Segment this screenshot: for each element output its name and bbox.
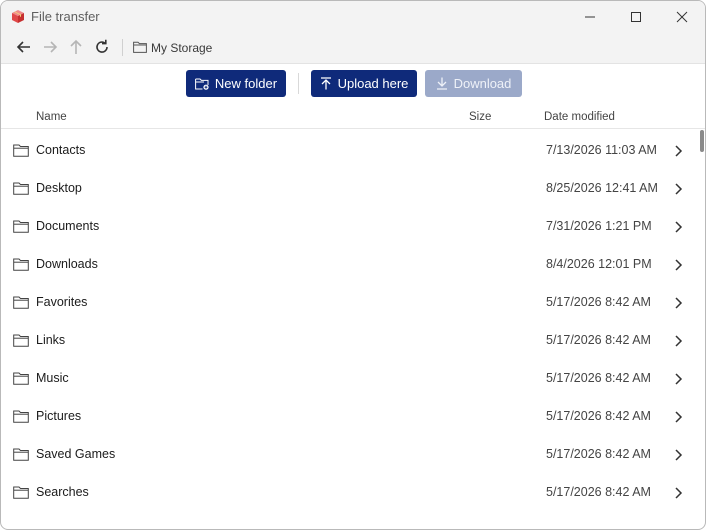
file-name: Downloads	[36, 257, 98, 271]
list-item[interactable]: Documents 7/31/2026 1:21 PM	[1, 208, 698, 246]
file-name: Pictures	[36, 409, 82, 423]
up-button[interactable]	[67, 38, 85, 56]
folder-icon	[13, 220, 29, 233]
file-transfer-window: File transfer My Storage New folder Uplo…	[0, 0, 706, 530]
upload-icon	[320, 77, 331, 90]
up-arrow-icon	[70, 39, 82, 54]
chevron-right-icon[interactable]	[673, 258, 683, 272]
upload-button[interactable]: Upload here	[311, 70, 417, 97]
chevron-right-icon[interactable]	[673, 410, 683, 424]
folder-icon	[13, 296, 29, 309]
refresh-icon	[96, 39, 108, 53]
chevron-right-icon[interactable]	[673, 334, 683, 348]
download-button[interactable]: Download	[425, 70, 522, 97]
refresh-button[interactable]	[93, 38, 111, 56]
download-icon	[436, 77, 447, 90]
new-folder-button[interactable]: New folder	[186, 70, 286, 97]
minimize-button[interactable]	[567, 1, 613, 32]
chevron-right-icon[interactable]	[673, 372, 683, 386]
maximize-button[interactable]	[613, 1, 659, 32]
navigation-bar: My Storage	[1, 32, 705, 63]
nav-divider	[122, 39, 123, 56]
chevron-right-icon[interactable]	[673, 296, 683, 310]
list-item[interactable]: Searches 5/17/2026 8:42 AM	[1, 474, 698, 512]
chevron-right-icon[interactable]	[673, 220, 683, 234]
list-item[interactable]: Desktop 8/25/2026 12:41 AM	[1, 170, 698, 208]
file-name: Music	[36, 371, 69, 385]
folder-icon	[13, 144, 29, 157]
file-name: Saved Games	[36, 447, 116, 461]
file-date: 5/17/2026 8:42 AM	[546, 485, 651, 499]
file-date: 8/4/2026 12:01 PM	[546, 257, 652, 271]
folder-icon	[13, 486, 29, 499]
folder-icon	[133, 41, 147, 53]
folder-icon	[13, 448, 29, 461]
list-item[interactable]: Pictures 5/17/2026 8:42 AM	[1, 398, 698, 436]
close-icon	[676, 11, 688, 22]
folder-icon	[13, 258, 29, 271]
column-header-size[interactable]: Size	[469, 111, 491, 123]
title-bar[interactable]: File transfer	[1, 1, 705, 32]
chevron-right-icon[interactable]	[673, 448, 683, 462]
folder-icon	[13, 182, 29, 195]
forward-arrow-icon	[44, 41, 58, 53]
toolbar-divider	[298, 73, 299, 94]
upload-label: Upload here	[337, 76, 409, 91]
file-name: Searches	[36, 485, 89, 499]
file-name: Favorites	[36, 295, 88, 309]
chevron-right-icon[interactable]	[673, 486, 683, 500]
file-list: Contacts 7/13/2026 11:03 AM Desktop 8/25…	[1, 128, 705, 529]
file-date: 5/17/2026 8:42 AM	[546, 447, 651, 461]
list-item[interactable]: Music 5/17/2026 8:42 AM	[1, 360, 698, 398]
file-date: 5/17/2026 8:42 AM	[546, 333, 651, 347]
list-item[interactable]: Contacts 7/13/2026 11:03 AM	[1, 132, 698, 170]
chevron-right-icon[interactable]	[673, 144, 683, 158]
breadcrumb[interactable]: My Storage	[151, 41, 212, 55]
file-date: 7/31/2026 1:21 PM	[546, 219, 652, 233]
file-date: 7/13/2026 11:03 AM	[546, 143, 657, 157]
back-arrow-icon	[16, 41, 30, 53]
new-folder-label: New folder	[214, 76, 278, 91]
column-header-name[interactable]: Name	[36, 111, 67, 123]
back-button[interactable]	[15, 38, 33, 56]
file-name: Links	[36, 333, 66, 347]
chevron-right-icon[interactable]	[673, 182, 683, 196]
list-item[interactable]: Downloads 8/4/2026 12:01 PM	[1, 246, 698, 284]
folder-icon	[13, 372, 29, 385]
list-item[interactable]: Favorites 5/17/2026 8:42 AM	[1, 284, 698, 322]
close-button[interactable]	[659, 1, 705, 32]
box-icon	[12, 10, 24, 23]
folder-icon	[13, 410, 29, 423]
forward-button[interactable]	[41, 38, 59, 56]
window-title: File transfer	[31, 9, 100, 24]
scrollbar-thumb[interactable]	[700, 130, 704, 152]
list-item[interactable]: Saved Games 5/17/2026 8:42 AM	[1, 436, 698, 474]
file-date: 5/17/2026 8:42 AM	[546, 295, 651, 309]
column-header: Name Size Date modified	[1, 103, 705, 129]
file-name: Documents	[36, 219, 100, 233]
folder-icon	[13, 334, 29, 347]
download-label: Download	[453, 76, 512, 91]
maximize-icon	[631, 11, 641, 22]
file-date: 5/17/2026 8:42 AM	[546, 371, 651, 385]
action-toolbar: New folder Upload here Download	[1, 63, 705, 104]
column-header-date[interactable]: Date modified	[544, 111, 615, 123]
file-date: 5/17/2026 8:42 AM	[546, 409, 651, 423]
minimize-icon	[585, 16, 595, 17]
list-item[interactable]: Links 5/17/2026 8:42 AM	[1, 322, 698, 360]
new-folder-icon	[195, 78, 209, 90]
file-date: 8/25/2026 12:41 AM	[546, 181, 658, 195]
file-name: Desktop	[36, 181, 82, 195]
file-name: Contacts	[36, 143, 86, 157]
